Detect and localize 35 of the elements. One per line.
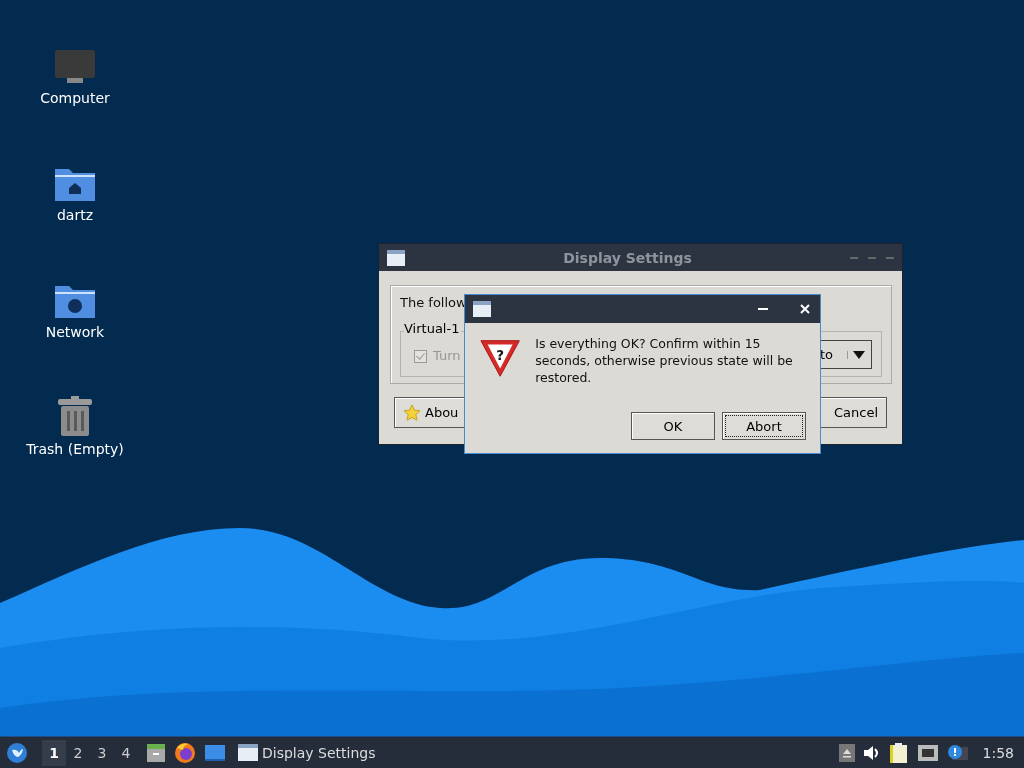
volume-icon[interactable] bbox=[862, 744, 881, 761]
desktop-icon-label[interactable]: Network bbox=[45, 324, 105, 340]
star-icon bbox=[403, 403, 421, 422]
caret-icon bbox=[847, 350, 865, 359]
start-menu-icon[interactable] bbox=[6, 741, 28, 764]
window-icon bbox=[387, 249, 405, 266]
clock: 1:58 bbox=[982, 744, 1014, 761]
monitor-icon[interactable] bbox=[53, 48, 97, 86]
dialog-button[interactable]: Abort bbox=[722, 412, 806, 440]
window-icon bbox=[473, 301, 491, 317]
clipboard-icon[interactable] bbox=[888, 741, 909, 764]
browser-icon[interactable] bbox=[174, 741, 196, 764]
desktop-icon-label[interactable]: Computer bbox=[40, 90, 110, 106]
trash-icon[interactable] bbox=[56, 395, 94, 437]
notification-icon[interactable] bbox=[946, 743, 969, 762]
window-title: Display Settings bbox=[562, 249, 693, 266]
dialog-message: Is everything OK? Confirm within 15 seconds, otherwise previous state will be restored. bbox=[535, 335, 794, 386]
workspace-button[interactable]: 4 bbox=[114, 739, 138, 766]
workspace-button[interactable]: 2 bbox=[66, 739, 90, 766]
show-desktop-icon[interactable] bbox=[204, 743, 226, 762]
network-port-icon[interactable] bbox=[916, 743, 939, 762]
workspace-button[interactable]: 1 bbox=[42, 739, 66, 766]
desktop-icon-label[interactable]: dartz bbox=[56, 207, 94, 223]
workspace-button[interactable]: 3 bbox=[90, 739, 114, 766]
checkbox-label: Turn bbox=[433, 348, 461, 363]
eject-icon[interactable] bbox=[838, 743, 855, 762]
warning-icon: ? bbox=[479, 337, 522, 379]
close-icon[interactable] bbox=[800, 304, 810, 314]
dialog-button[interactable]: OK bbox=[631, 412, 715, 440]
file-cabinet-icon[interactable] bbox=[146, 742, 166, 763]
window-icon bbox=[238, 744, 258, 761]
taskbar-window-button[interactable]: Display Settings bbox=[234, 744, 380, 761]
desktop-icon-label[interactable]: Trash (Empty) bbox=[26, 441, 124, 457]
minimize-icon[interactable] bbox=[758, 307, 768, 311]
group-label: Virtual-1 bbox=[404, 321, 462, 336]
